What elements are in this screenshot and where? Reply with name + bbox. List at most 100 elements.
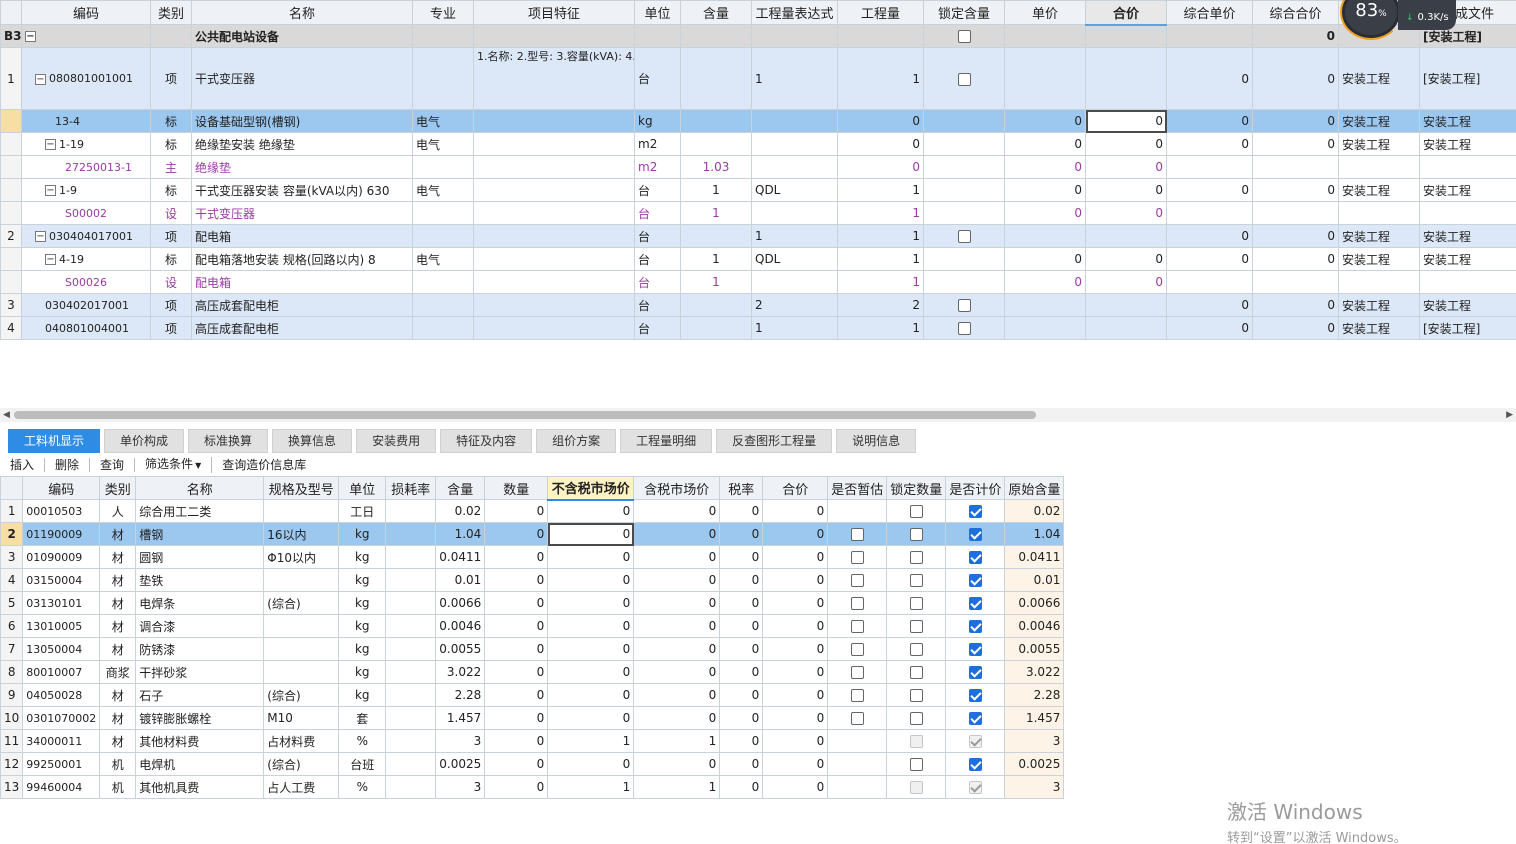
collapse-icon[interactable]: −	[45, 254, 56, 265]
type-cell[interactable]: 材	[99, 568, 137, 592]
checkbox[interactable]	[909, 643, 923, 656]
type-cell[interactable]: 机	[99, 752, 137, 776]
content-cell[interactable]: 0.0046	[435, 614, 486, 638]
unit-price-cell[interactable]	[1004, 316, 1086, 340]
composite-price-cell[interactable]: 0	[1166, 132, 1253, 156]
quantity-cell[interactable]: 0	[484, 729, 549, 753]
unit-cell[interactable]: %	[338, 775, 387, 799]
major-cell[interactable]	[412, 293, 474, 317]
lock-qty-cell[interactable]	[886, 499, 947, 523]
code-cell[interactable]: 34000011	[22, 729, 101, 753]
unit-cell[interactable]: %	[338, 729, 387, 753]
content-cell[interactable]: 0.0055	[435, 637, 486, 661]
loss-rate-cell[interactable]	[385, 683, 437, 707]
profession-cell[interactable]: 安装工程	[1338, 47, 1420, 110]
lock-qty-cell[interactable]	[886, 614, 947, 638]
checkbox[interactable]	[968, 597, 982, 610]
column-header[interactable]: 锁定含量	[923, 0, 1005, 25]
code-cell[interactable]: 13050004	[22, 637, 101, 661]
type-cell[interactable]: 材	[99, 522, 137, 546]
resource-row[interactable]: 3 01090009 材圆钢 Φ10以内 kg 0.0411 0 0 0 0 0 0.0411	[0, 545, 1065, 569]
bill-row[interactable]: 2−030404017001 项配电箱台 1 1 0 0 安装工程 安装工程	[0, 224, 1516, 248]
loss-rate-cell[interactable]	[385, 522, 437, 546]
estimate-cell[interactable]	[827, 499, 888, 523]
checkbox[interactable]	[909, 620, 923, 633]
column-header[interactable]: 合价	[762, 476, 829, 500]
tax-rate-cell[interactable]: 0	[719, 522, 764, 546]
type-cell[interactable]: 材	[99, 706, 137, 730]
priced-cell[interactable]	[945, 706, 1006, 730]
file-cell[interactable]: 安装工程	[1419, 109, 1516, 133]
name-cell[interactable]: 电焊条	[135, 591, 265, 615]
estimate-cell[interactable]	[827, 614, 888, 638]
file-cell[interactable]	[1419, 201, 1516, 225]
unit-price-cell[interactable]: 0	[1004, 178, 1086, 202]
feature-cell[interactable]	[473, 132, 635, 156]
major-cell[interactable]: 电气	[412, 109, 474, 133]
name-cell[interactable]: 综合用工二类	[135, 499, 265, 523]
column-header[interactable]: 原始含量	[1004, 476, 1065, 500]
checkbox[interactable]	[968, 666, 982, 679]
spec-cell[interactable]: 占人工费	[263, 775, 340, 799]
unit-cell[interactable]: m2	[634, 155, 681, 179]
total-price-cell[interactable]: 0	[1085, 132, 1167, 156]
price-incl-tax-cell[interactable]: 0	[633, 614, 721, 638]
profession-cell[interactable]: 安装工程	[1338, 132, 1420, 156]
name-cell[interactable]: 石子	[135, 683, 265, 707]
column-header[interactable]: 规格及型号	[263, 476, 340, 500]
scroll-left-icon[interactable]: ◀	[3, 410, 10, 420]
code-cell[interactable]: 040801004001	[21, 316, 151, 340]
estimate-cell[interactable]	[827, 545, 888, 569]
priced-cell[interactable]	[945, 683, 1006, 707]
name-cell[interactable]: 配电箱	[191, 270, 413, 294]
price-excl-tax-cell[interactable]: 0	[547, 568, 635, 592]
code-cell[interactable]: 99250001	[22, 752, 101, 776]
column-header[interactable]: 锁定数量	[886, 476, 947, 500]
profession-cell[interactable]: 安装工程	[1338, 109, 1420, 133]
unit-cell[interactable]: 台	[634, 201, 681, 225]
total-cell[interactable]: 0	[762, 660, 829, 684]
price-excl-tax-cell[interactable]: 1	[547, 729, 635, 753]
price-incl-tax-cell[interactable]: 0	[633, 752, 721, 776]
checkbox[interactable]	[957, 322, 971, 335]
collapse-icon[interactable]: −	[25, 31, 36, 42]
expression-cell[interactable]: 2	[751, 293, 838, 317]
checkbox[interactable]	[968, 574, 982, 587]
feature-cell[interactable]	[473, 109, 635, 133]
type-cell[interactable]: 材	[99, 591, 137, 615]
tab-item[interactable]: 反查图形工程量	[716, 429, 833, 453]
estimate-cell[interactable]	[827, 522, 888, 546]
content-cell[interactable]: 0.0411	[435, 545, 486, 569]
resource-row[interactable]: 13 99460004 机其他机具费 占人工费% 3 0 1 1 0 0 3	[0, 775, 1065, 799]
major-cell[interactable]: 电气	[412, 132, 474, 156]
column-header[interactable]: 单位	[634, 0, 681, 25]
column-header[interactable]: 税率	[719, 476, 764, 500]
quantity-cell[interactable]: 1	[837, 270, 924, 294]
unit-price-cell[interactable]: 0	[1004, 247, 1086, 271]
loss-rate-cell[interactable]	[385, 637, 437, 661]
lock-qty-cell[interactable]	[886, 545, 947, 569]
quantity-cell[interactable]: 0	[484, 752, 549, 776]
tax-rate-cell[interactable]: 0	[719, 775, 764, 799]
profession-cell[interactable]: 安装工程	[1338, 293, 1420, 317]
feature-cell[interactable]	[473, 201, 635, 225]
unit-price-cell[interactable]	[1004, 47, 1086, 110]
content-cell[interactable]: 0.01	[435, 568, 486, 592]
name-cell[interactable]: 干式变压器	[191, 201, 413, 225]
checkbox[interactable]	[909, 689, 923, 702]
tab-item[interactable]: 工料机显示	[8, 429, 101, 453]
price-incl-tax-cell[interactable]: 1	[633, 775, 721, 799]
code-cell[interactable]: −4-19	[21, 247, 151, 271]
expression-cell[interactable]: 1	[751, 316, 838, 340]
checkbox[interactable]	[957, 30, 971, 43]
lock-qty-cell[interactable]	[886, 729, 947, 753]
type-cell[interactable]: 标	[150, 247, 192, 271]
price-excl-tax-cell[interactable]: 0	[547, 499, 635, 523]
checkbox[interactable]	[968, 643, 982, 656]
file-cell[interactable]: 安装工程	[1419, 247, 1516, 271]
checkbox[interactable]	[850, 528, 864, 541]
content-cell[interactable]	[680, 316, 752, 340]
name-cell[interactable]: 圆钢	[135, 545, 265, 569]
priced-cell[interactable]	[945, 591, 1006, 615]
composite-total-cell[interactable]: 0	[1252, 47, 1339, 110]
